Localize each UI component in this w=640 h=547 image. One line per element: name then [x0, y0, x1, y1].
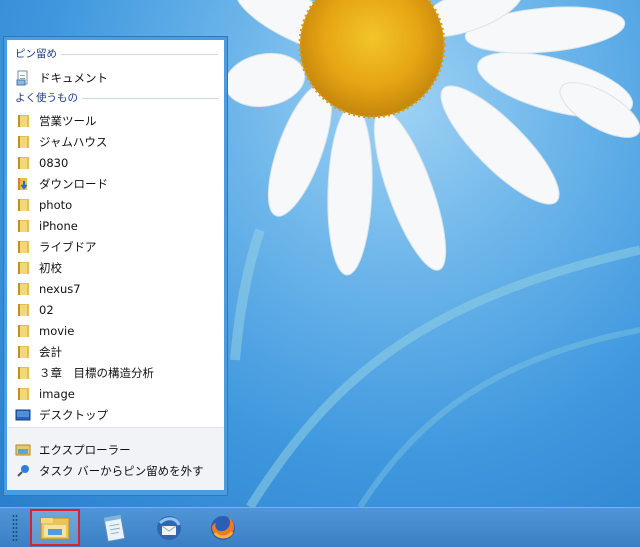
- tasks-area: エクスプローラー タスク バーからピン留めを外す: [7, 427, 224, 490]
- folder-icon: [13, 260, 33, 276]
- jump-item-label: 0830: [39, 156, 69, 170]
- document-icon: [13, 70, 33, 86]
- jump-item-frequent[interactable]: 会計: [13, 342, 218, 362]
- jump-item-label: photo: [39, 198, 73, 212]
- jump-item-frequent[interactable]: 初校: [13, 258, 218, 278]
- jump-item-frequent[interactable]: 0830: [13, 153, 218, 173]
- jump-item-label: ３章 目標の構造分析: [39, 366, 154, 380]
- notepad-icon: [103, 514, 126, 542]
- folder-icon: [13, 281, 33, 297]
- downloads-folder-icon: [13, 176, 33, 192]
- jump-item-frequent[interactable]: nexus7: [13, 279, 218, 299]
- jump-item-label: デスクトップ: [39, 408, 108, 422]
- folder-icon: [13, 113, 33, 129]
- jump-item-label: 初校: [39, 261, 62, 275]
- file-explorer-icon: [40, 517, 70, 539]
- folder-icon: [13, 239, 33, 255]
- folder-icon: [13, 386, 33, 402]
- folder-icon: [13, 344, 33, 360]
- jump-item-frequent[interactable]: ダウンロード: [13, 174, 218, 194]
- taskbar-thunderbird-button[interactable]: [144, 509, 194, 546]
- jump-item-label: image: [39, 387, 75, 401]
- jump-item-label: nexus7: [39, 282, 81, 296]
- task-label: タスク バーからピン留めを外す: [39, 464, 204, 478]
- folder-icon: [13, 302, 33, 318]
- folder-icon: [13, 365, 33, 381]
- task-label: エクスプローラー: [39, 443, 131, 457]
- jump-list-panel: ピン留め ドキュメント よく使うもの 営業ツール ジャムハウス 0830 ダウン…: [7, 40, 224, 490]
- jump-item-label: ダウンロード: [39, 177, 108, 191]
- jump-item-label: 会計: [39, 345, 62, 359]
- frequent-header: よく使うもの: [15, 90, 82, 105]
- taskbar-gripper[interactable]: [12, 514, 18, 542]
- desktop-icon: [13, 407, 33, 423]
- taskbar: [0, 507, 640, 547]
- jump-item-label: ライブドア: [39, 240, 97, 254]
- jump-item-documents[interactable]: ドキュメント: [13, 68, 218, 88]
- jump-item-frequent[interactable]: ジャムハウス: [13, 132, 218, 152]
- taskbar-notepad-button[interactable]: [90, 509, 140, 546]
- jump-item-label: 02: [39, 303, 54, 317]
- folder-icon: [13, 323, 33, 339]
- jump-item-label: ドキュメント: [39, 71, 108, 85]
- jump-item-frequent[interactable]: image: [13, 384, 218, 404]
- folder-icon: [13, 218, 33, 234]
- task-unpin[interactable]: タスク バーからピン留めを外す: [13, 461, 218, 481]
- jump-item-frequent[interactable]: ３章 目標の構造分析: [13, 363, 218, 383]
- jump-item-label: movie: [39, 324, 75, 338]
- taskbar-file-explorer-button[interactable]: [30, 509, 80, 546]
- jump-item-frequent[interactable]: 営業ツール: [13, 111, 218, 131]
- jump-item-frequent[interactable]: デスクトップ: [13, 405, 218, 425]
- jump-item-label: iPhone: [39, 219, 78, 233]
- pinned-header: ピン留め: [15, 46, 61, 61]
- jump-list: ピン留め ドキュメント よく使うもの 営業ツール ジャムハウス 0830 ダウン…: [3, 36, 228, 496]
- jump-item-label: 営業ツール: [39, 114, 97, 128]
- unpin-icon: [13, 463, 33, 479]
- jump-item-frequent[interactable]: iPhone: [13, 216, 218, 236]
- jump-item-label: ジャムハウス: [39, 135, 108, 149]
- folder-icon: [13, 134, 33, 150]
- folder-icon: [13, 197, 33, 213]
- jump-item-frequent[interactable]: 02: [13, 300, 218, 320]
- jump-item-frequent[interactable]: movie: [13, 321, 218, 341]
- folder-icon: [13, 155, 33, 171]
- jump-item-frequent[interactable]: ライブドア: [13, 237, 218, 257]
- thunderbird-icon: [157, 515, 181, 540]
- taskbar-firefox-button[interactable]: [198, 509, 248, 546]
- jump-item-frequent[interactable]: photo: [13, 195, 218, 215]
- firefox-icon: [211, 515, 235, 540]
- task-open-explorer[interactable]: エクスプローラー: [13, 440, 218, 460]
- explorer-icon: [13, 442, 33, 458]
